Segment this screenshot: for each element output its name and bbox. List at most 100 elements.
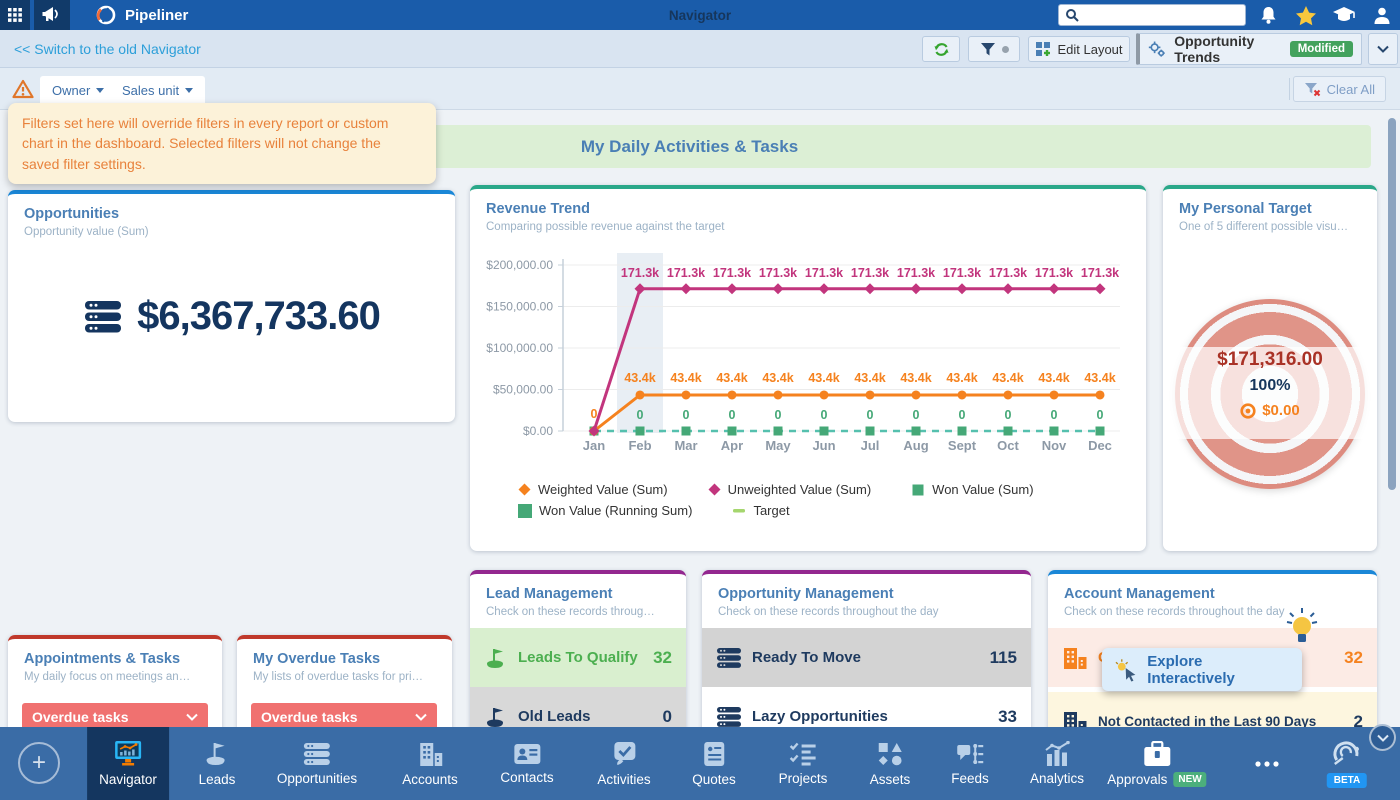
svg-text:43.4k: 43.4k	[670, 371, 701, 385]
accounts-icon	[417, 741, 443, 767]
profile-button[interactable]	[1364, 0, 1400, 30]
switch-old-navigator-link[interactable]: << Switch to the old Navigator	[14, 41, 201, 57]
legend-marker	[708, 483, 721, 496]
nav-item-quotes[interactable]: Quotes	[692, 727, 736, 800]
leads-to-qualify-row[interactable]: Leads To Qualify 32	[470, 628, 686, 687]
chart-legend: Weighted Value (Sum) Unweighted Value (Su…	[518, 482, 1118, 518]
card-subtitle: My daily focus on meetings an…	[24, 671, 206, 683]
nav-item-contacts[interactable]: Contacts	[500, 727, 553, 800]
personal-target-card[interactable]: My Personal Target One of 5 different po…	[1163, 185, 1377, 551]
voyager-beta-icon	[1331, 740, 1363, 768]
svg-text:0: 0	[867, 408, 874, 422]
training-button[interactable]	[1326, 0, 1362, 30]
legend-item[interactable]: Target	[732, 503, 789, 518]
overdue-tasks-dropdown[interactable]: Overdue tasks	[251, 703, 437, 730]
clear-all-filters-button[interactable]: Clear All	[1293, 76, 1386, 102]
bottom-navigation: + Navigator Leads Opportunities Accounts Con…	[0, 727, 1400, 800]
nav-item-leads[interactable]: Leads	[199, 727, 236, 800]
legend-marker	[911, 483, 925, 497]
dropdown-value: Overdue tasks	[32, 709, 129, 725]
chevron-down-icon	[415, 713, 427, 721]
card-subtitle: Opportunity value (Sum)	[24, 226, 439, 238]
favorites-button[interactable]	[1288, 0, 1324, 30]
card-subtitle: Check on these records throug…	[486, 606, 670, 618]
nav-item-analytics[interactable]: Analytics	[1030, 727, 1084, 800]
chevron-down-icon	[1377, 734, 1389, 742]
revenue-trend-card[interactable]: Revenue Trend Comparing possible revenue…	[470, 185, 1146, 551]
navigator-icon	[113, 740, 143, 767]
svg-text:0: 0	[1051, 408, 1058, 422]
global-search[interactable]	[1058, 4, 1246, 26]
banner-title: My Daily Activities & Tasks	[581, 137, 798, 157]
svg-text:Jul: Jul	[861, 438, 880, 453]
svg-text:$50,000.00: $50,000.00	[493, 383, 553, 397]
card-title: Account Management	[1064, 586, 1361, 602]
new-badge: NEW	[1173, 772, 1206, 787]
nav-item-assets[interactable]: Assets	[870, 727, 911, 800]
add-new-button[interactable]: +	[18, 742, 60, 784]
nav-item-projects[interactable]: Projects	[779, 727, 828, 800]
row-label: Leads To Qualify	[518, 649, 643, 666]
overdue-tasks-dropdown[interactable]: Overdue tasks	[22, 703, 208, 730]
legend-marker	[518, 483, 531, 496]
dashboard-menu-button[interactable]	[1368, 33, 1398, 65]
row-count: 115	[990, 648, 1017, 668]
svg-text:Nov: Nov	[1042, 438, 1067, 453]
nav-item-accounts[interactable]: Accounts	[402, 727, 458, 800]
target-icon	[1240, 403, 1256, 419]
nav-item-voyager[interactable]: BETA	[1327, 727, 1367, 800]
beta-badge: BETA	[1327, 773, 1367, 788]
opportunities-card[interactable]: Opportunities Opportunity value (Sum) $6…	[8, 190, 455, 422]
legend-item[interactable]: Won Value (Running Sum)	[518, 503, 692, 518]
svg-text:43.4k: 43.4k	[762, 371, 793, 385]
leads-icon	[204, 741, 230, 767]
search-input[interactable]	[1084, 8, 1234, 22]
refresh-button[interactable]	[922, 36, 960, 62]
filter-funnel-icon	[980, 42, 996, 57]
svg-text:Jan: Jan	[583, 438, 605, 453]
clear-all-label: Clear All	[1327, 82, 1375, 97]
nav-label: Leads	[199, 772, 236, 787]
svg-text:43.4k: 43.4k	[624, 371, 655, 385]
svg-text:May: May	[765, 438, 791, 453]
nav-item-navigator[interactable]: Navigator	[87, 727, 169, 800]
nav-item-opportunities[interactable]: Opportunities	[277, 727, 357, 800]
nav-item-more[interactable]	[1253, 727, 1281, 800]
collapse-nav-button[interactable]	[1369, 724, 1396, 751]
legend-item[interactable]: Won Value (Sum)	[911, 482, 1033, 497]
explore-interactively-tooltip[interactable]: Explore Interactively	[1102, 648, 1302, 691]
nav-label: Approvals	[1107, 772, 1167, 787]
nav-item-feeds[interactable]: Feeds	[951, 727, 989, 800]
dashboard-selector[interactable]: Opportunity Trends Modified	[1136, 33, 1362, 65]
filter-button[interactable]	[968, 36, 1020, 62]
card-title: Revenue Trend	[486, 201, 1130, 217]
svg-text:0: 0	[637, 408, 644, 422]
sales-unit-filter-label: Sales unit	[122, 83, 179, 98]
page-scrollbar[interactable]	[1388, 118, 1396, 490]
nav-label: Opportunities	[277, 771, 357, 786]
user-icon	[1372, 5, 1392, 25]
legend-marker	[518, 504, 532, 518]
ready-to-move-row[interactable]: Ready To Move 115	[702, 628, 1031, 687]
edit-layout-button[interactable]: Edit Layout	[1028, 36, 1130, 62]
svg-text:171.3k: 171.3k	[1081, 266, 1119, 280]
activities-icon	[611, 741, 637, 767]
stacked-records-icon	[83, 300, 123, 334]
nav-item-activities[interactable]: Activities	[597, 727, 650, 800]
dropdown-value: Overdue tasks	[261, 709, 358, 725]
row-count: 33	[998, 707, 1017, 727]
caret-down-icon	[96, 88, 104, 93]
star-icon	[1295, 5, 1317, 26]
svg-text:0: 0	[591, 407, 598, 421]
notifications-button[interactable]	[1250, 0, 1286, 30]
legend-item[interactable]: Weighted Value (Sum)	[518, 482, 668, 497]
legend-item[interactable]: Unweighted Value (Sum)	[708, 482, 872, 497]
sales-unit-filter-dropdown[interactable]: Sales unit	[110, 76, 205, 104]
explore-bulb-cursor-icon	[1114, 658, 1139, 682]
card-title: My Overdue Tasks	[253, 651, 436, 667]
card-title: Lead Management	[486, 586, 670, 602]
owner-filter-dropdown[interactable]: Owner	[40, 76, 116, 104]
revenue-trend-chart[interactable]: $200,000.00$150,000.00$100,000.00$50,000…	[478, 245, 1138, 462]
nav-item-approvals[interactable]: Approvals NEW	[1107, 727, 1206, 800]
row-count: 32	[653, 648, 672, 668]
